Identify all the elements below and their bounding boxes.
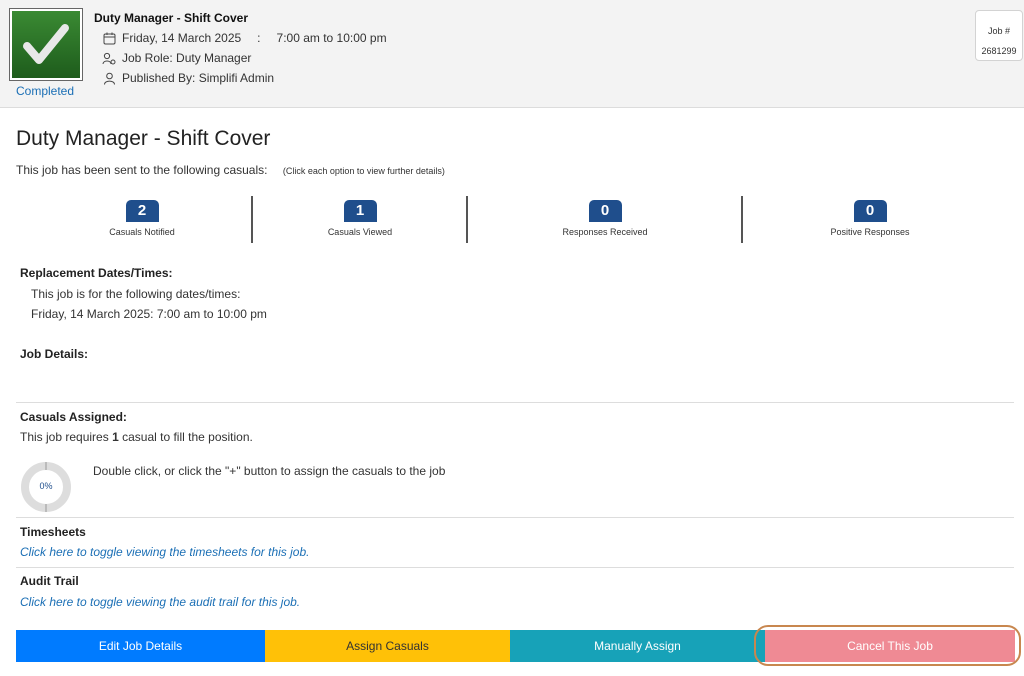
header-job-title: Duty Manager - Shift Cover (94, 11, 249, 25)
page-title: Duty Manager - Shift Cover (16, 127, 271, 150)
audit-trail-toggle-link[interactable]: Click here to toggle viewing the audit t… (20, 595, 300, 609)
sent-line: This job has been sent to the following … (16, 163, 445, 177)
manually-assign-button[interactable]: Manually Assign (510, 630, 765, 662)
job-details-label: Job Details: (20, 347, 89, 361)
job-number: 2681299 (981, 46, 1017, 56)
header-date-separator: : (257, 31, 261, 45)
divider (16, 567, 1014, 568)
header-published-by: Published By: Simplifi Admin (122, 71, 275, 85)
stat-responses-received[interactable]: 0 Responses Received (530, 200, 680, 237)
header-role-row: Job Role: Duty Manager (102, 51, 251, 65)
stat-caption: Positive Responses (830, 227, 910, 237)
assign-hint: Double click, or click the "+" button to… (93, 464, 446, 478)
stat-caption: Casuals Notified (109, 227, 175, 237)
header-published-row: Published By: Simplifi Admin (102, 71, 274, 85)
header-date-row: Friday, 14 March 2025 : 7:00 am to 10:00… (102, 31, 387, 45)
sent-hint: (Click each option to view further detai… (282, 166, 445, 176)
requires-suffix: casual to fill the position. (122, 430, 253, 444)
requires-count: 1 (112, 430, 119, 444)
job-header: Completed Duty Manager - Shift Cover Fri… (0, 0, 1024, 108)
cancel-job-button[interactable]: Cancel This Job (765, 630, 1015, 662)
check-icon (12, 11, 80, 78)
stat-casuals-notified[interactable]: 2 Casuals Notified (67, 200, 217, 237)
timesheets-label: Timesheets (20, 525, 86, 539)
replacement-label: Replacement Dates/Times: (20, 266, 173, 280)
stat-badge: 2 (125, 200, 159, 222)
header-time: 7:00 am to 10:00 pm (276, 31, 387, 45)
stat-badge: 0 (588, 200, 622, 222)
status-label: Completed (15, 84, 75, 98)
stat-divider (251, 196, 253, 243)
stat-positive-responses[interactable]: 0 Positive Responses (795, 200, 945, 237)
header-date: Friday, 14 March 2025 (122, 31, 242, 45)
replacement-date: Friday, 14 March 2025: 7:00 am to 10:00 … (31, 307, 267, 321)
stat-caption: Casuals Viewed (327, 227, 393, 237)
job-number-box: Job # 2681299 (975, 10, 1023, 61)
casuals-assigned-label: Casuals Assigned: (20, 410, 127, 424)
requires-prefix: This job requires (20, 430, 109, 444)
stat-divider (466, 196, 468, 243)
header-job-role: Job Role: Duty Manager (122, 51, 252, 65)
casuals-required-text: This job requires 1 casual to fill the p… (20, 430, 253, 444)
stat-caption: Responses Received (562, 227, 648, 237)
sent-text: This job has been sent to the following … (16, 163, 268, 177)
assignment-progress-text: 0% (39, 481, 53, 491)
timesheets-toggle-link[interactable]: Click here to toggle viewing the timeshe… (20, 545, 309, 559)
replacement-intro: This job is for the following dates/time… (31, 287, 241, 301)
divider (16, 402, 1014, 403)
stat-badge: 0 (853, 200, 887, 222)
person-icon (102, 71, 116, 85)
calendar-icon (102, 31, 116, 45)
assign-casuals-button[interactable]: Assign Casuals (265, 630, 510, 662)
job-number-label: Job # (987, 26, 1011, 36)
divider (16, 517, 1014, 518)
stat-divider (741, 196, 743, 243)
audit-trail-label: Audit Trail (20, 574, 79, 588)
stat-casuals-viewed[interactable]: 1 Casuals Viewed (285, 200, 435, 237)
stat-badge: 1 (343, 200, 377, 222)
role-icon (102, 51, 116, 65)
edit-job-details-button[interactable]: Edit Job Details (16, 630, 265, 662)
status-image (9, 8, 83, 81)
